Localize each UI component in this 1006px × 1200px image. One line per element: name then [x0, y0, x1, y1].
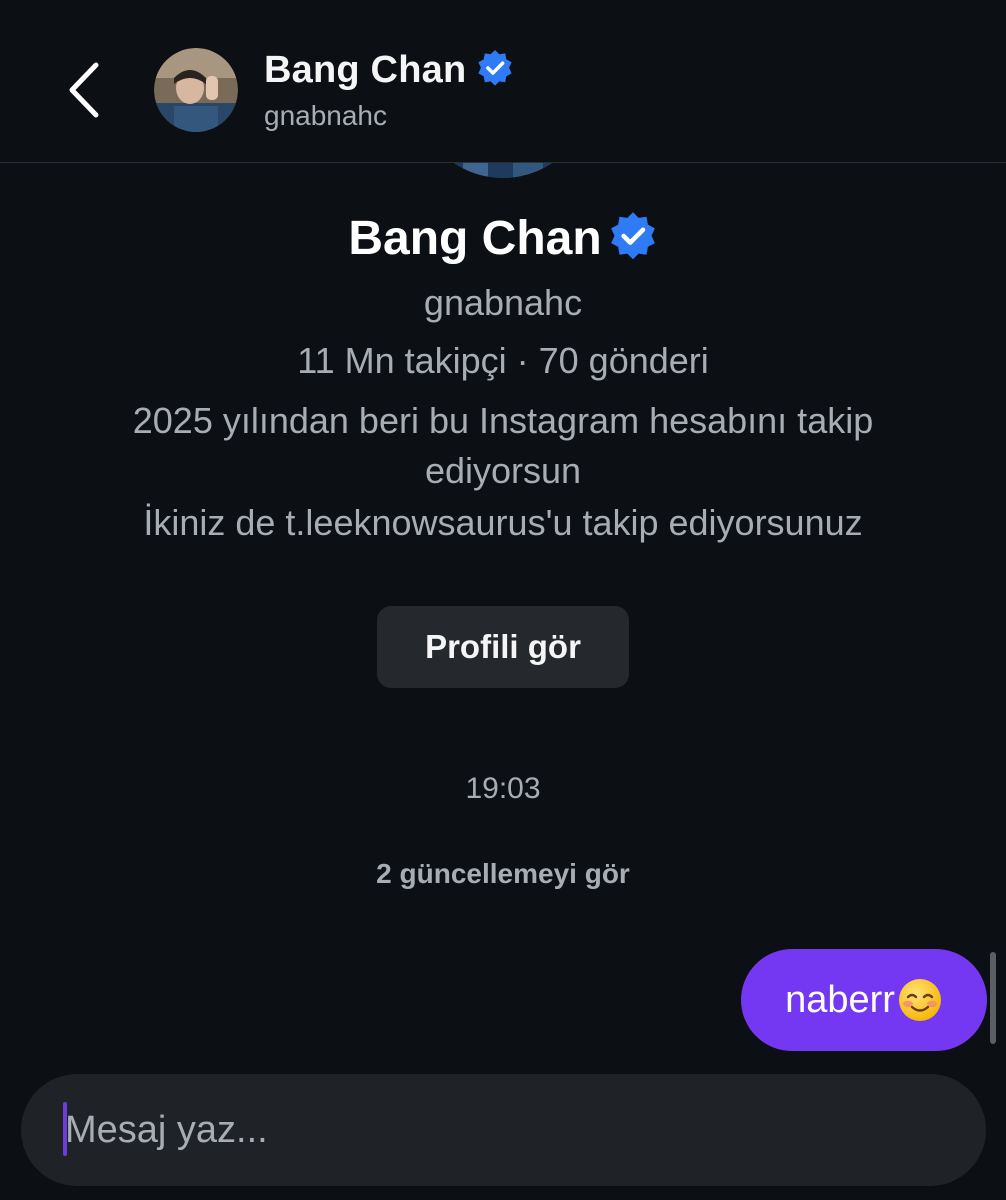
- avatar[interactable]: [154, 48, 238, 132]
- profile-username: gnabnahc: [423, 282, 583, 323]
- profile-name-row: Bang Chan: [0, 206, 1006, 270]
- header-name: Bang Chan: [264, 48, 467, 91]
- header-name-row: Bang Chan: [264, 46, 514, 94]
- message-text: naberr: [785, 978, 895, 1021]
- mutual-follow-text: İkiniz de t.leeknowsaurus'u takip ediyor…: [143, 502, 863, 543]
- scrollbar[interactable]: [990, 952, 996, 1044]
- back-button[interactable]: [56, 52, 112, 128]
- chevron-left-icon: [69, 62, 99, 118]
- follow-since-text: 2025 yılından beri bu Instagram hesabını…: [132, 400, 874, 491]
- message-bubble-outgoing[interactable]: naberr: [741, 949, 987, 1051]
- view-profile-button[interactable]: Profili gör: [377, 606, 629, 688]
- message-timestamp: 19:03: [465, 772, 541, 805]
- smiling-face-icon: [897, 977, 943, 1023]
- message-input[interactable]: [65, 1096, 885, 1164]
- verified-badge-icon: [476, 49, 514, 92]
- chat-header: Bang Chan gnabnahc: [0, 0, 1006, 163]
- header-username: gnabnahc: [264, 100, 388, 131]
- message-composer[interactable]: [21, 1074, 986, 1186]
- profile-name: Bang Chan: [348, 211, 602, 265]
- see-updates-link[interactable]: 2 güncellemeyi gör: [0, 858, 1006, 890]
- profile-stats: 11 Mn takipçi · 70 gönderi: [297, 340, 709, 381]
- verified-badge-icon: [608, 211, 658, 266]
- dm-screen: Bang Chan gnabnahc Bang Chan gnabnahc 11…: [0, 0, 1006, 1200]
